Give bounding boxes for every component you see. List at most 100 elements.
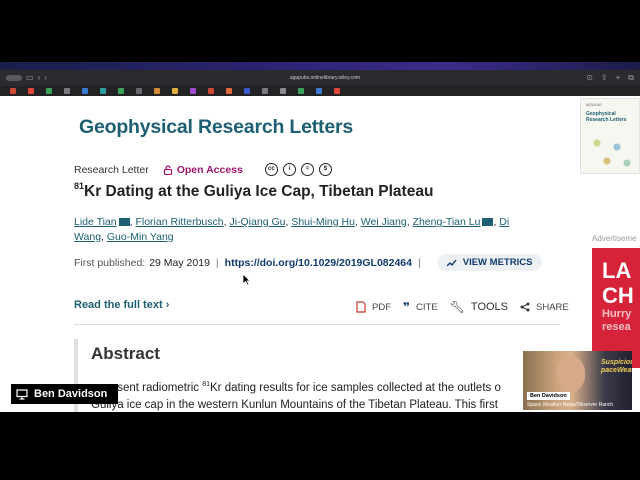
cc-icon[interactable]: cc [264,163,278,176]
bookmark-icon[interactable] [100,88,106,94]
bookmark-icon[interactable] [64,88,70,94]
bookmark-icon[interactable] [190,88,196,94]
by-icon[interactable]: i [282,163,296,176]
address-bar[interactable]: agupubs.onlinelibrary.wiley.com [190,75,460,81]
share-icon[interactable]: ⇪ [601,73,608,83]
cover-title: Geophysical Research Letters [586,111,627,123]
wrench-icon: 🔧︎ [449,300,465,314]
monitor-icon [16,388,28,400]
sidebar-icon[interactable]: ▭ [26,74,34,82]
author-link[interactable]: Shui-Ming Hu [291,216,355,228]
desktop-background [0,62,640,70]
webcam-subtitle: Space Weather News/Observer Ranch [527,402,614,408]
bookmark-icon[interactable] [316,88,322,94]
browser-toolbar: ▭ ‹ › agupubs.onlinelibrary.wiley.com ⊙ … [0,70,640,86]
bookmark-icon[interactable] [280,88,286,94]
journal-cover[interactable]: AGU100 Geophysical Research Letters [580,98,640,174]
title-text: Kr Dating at the Guliya Ice Cap, Tibetan… [84,183,434,201]
chevron-right-icon: › [165,299,170,311]
bookmark-icon[interactable] [172,88,178,94]
trend-icon [446,259,457,266]
author-link[interactable]: Guo-Min Yang [107,231,174,243]
title-superscript: 81 [74,181,85,191]
letterbox-bottom [0,412,640,480]
open-access-label: Open Access [176,163,243,176]
view-metrics-button[interactable]: VIEW METRICS [436,254,543,271]
journal-name[interactable]: Geophysical Research Letters [79,116,353,139]
presenter-name-tag: Ben Davidson [8,384,118,404]
bookmark-icon[interactable] [244,88,250,94]
author-link[interactable]: Lide Tian [74,216,117,228]
author-list: Lide Tian, Florian Ritterbusch, Ji-Qiang… [74,216,510,243]
tools-label: TOOLS [470,301,509,313]
bookmark-icon[interactable] [226,88,232,94]
webcam-overlay: Suspicious paceWeat Ben Davidson Space W… [523,351,632,410]
mail-icon[interactable] [118,218,130,226]
letterbox-top [0,0,640,62]
article-tools: PDF ❞ CITE 🔧︎ TOOLS SHARE [356,300,575,314]
first-published-label: First published: [74,256,146,269]
author-link[interactable]: Wei Jiang [361,216,407,228]
tools-button[interactable]: 🔧︎ TOOLS [450,300,508,314]
nd-icon[interactable]: = [300,163,314,176]
bookmark-icon[interactable] [298,88,304,94]
bookmark-icon[interactable] [28,88,34,94]
back-icon[interactable]: ‹ [38,74,41,82]
share-label: SHARE [536,301,569,313]
author-link[interactable]: Florian Ritterbusch [135,216,223,228]
pdf-label: PDF [372,301,391,313]
new-tab-icon[interactable]: + [616,73,621,83]
bookmark-icon[interactable] [262,88,268,94]
bookmark-icon[interactable] [10,88,16,94]
bookmark-icon[interactable] [208,88,214,94]
abstract-line: Guliya ice cap in the western Kunlun Mou… [91,398,498,411]
presenter-name: Ben Davidson [34,388,108,400]
author-link[interactable]: Ji-Qiang Gu [229,216,285,228]
forward-icon[interactable]: › [44,74,47,82]
presenter-face [557,357,585,391]
abstract-heading: Abstract [91,344,160,363]
pdf-icon [356,301,366,313]
read-full-text-label: Read the full text [74,299,163,311]
mail-icon[interactable] [482,218,494,226]
mouse-cursor-icon [242,273,251,286]
ad-subtext: Hurry resea [602,308,632,333]
read-full-text-link[interactable]: Read the full text › [74,299,169,311]
share-nodes-icon [520,302,530,312]
cover-artwork [587,131,637,171]
cite-button[interactable]: ❞ CITE [403,300,438,314]
bookmark-icon[interactable] [46,88,52,94]
download-icon[interactable]: ⊙ [586,73,593,83]
abstract-line: Kr dating results for ice samples collec… [210,381,501,394]
sidebar-toggle[interactable] [6,75,22,81]
bookmarks-bar [0,86,640,96]
bookmark-icon[interactable] [334,88,340,94]
bookmark-icon[interactable] [82,88,88,94]
abstract-superscript: 81 [202,381,211,388]
abstract-text: e present radiometric 81Kr dating result… [91,376,541,412]
share-button[interactable]: SHARE [520,302,569,313]
bookmark-icon[interactable] [136,88,142,94]
advertisement-label: Advertiseme [592,234,637,243]
tab-overview-icon[interactable]: ⧉ [628,73,634,83]
webcam-sign: Suspicious paceWeat [601,359,632,374]
author-link[interactable]: Zheng-Tian Lu [413,216,481,228]
view-metrics-label: VIEW METRICS [462,257,533,268]
cite-label: CITE [416,301,438,313]
bookmark-icon[interactable] [118,88,124,94]
cover-publisher: AGU100 [586,102,602,107]
advertisement-banner[interactable]: LA CH Hurry resea [592,248,640,368]
section-divider [74,324,560,325]
pdf-button[interactable]: PDF [356,301,391,313]
publication-row: First published: 29 May 2019 | https://d… [74,254,543,271]
nc-icon[interactable]: $ [318,163,332,176]
license-icons[interactable]: cc i = $ [264,163,332,176]
article-title: 81Kr Dating at the Guliya Ice Cap, Tibet… [74,181,434,201]
article-meta-row: Research Letter Open Access cc i = $ [74,163,332,176]
quote-icon: ❞ [403,300,411,314]
doi-link[interactable]: https://doi.org/10.1029/2019GL082464 [225,257,412,269]
bookmark-icon[interactable] [154,88,160,94]
article-type: Research Letter [74,163,149,176]
webcam-name-label: Ben Davidson [527,392,570,400]
open-lock-icon [163,164,172,175]
